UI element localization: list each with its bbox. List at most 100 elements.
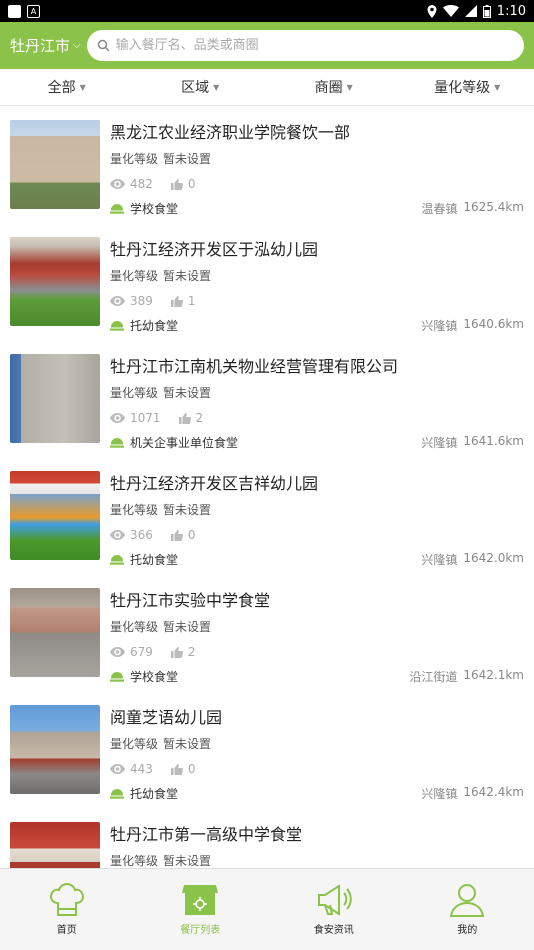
search-input[interactable] [115, 38, 514, 53]
tab-restaurant-list-label: 餐厅列表 [180, 925, 221, 936]
grade-row: 量化等级 暂未设置 [110, 618, 524, 635]
filter-area[interactable]: 区域 ▼ [134, 69, 268, 105]
caret-down-icon: ▼ [494, 82, 501, 92]
filter-business-district[interactable]: 商圈 ▼ [267, 69, 401, 105]
town-label: 温春镇 [421, 202, 458, 216]
filter-all[interactable]: 全部 ▼ [0, 69, 134, 105]
restaurant-name: 牡丹江市第一高级中学食堂 [110, 825, 303, 844]
eye-icon [110, 296, 125, 306]
thumbs-up-icon [170, 178, 183, 190]
restaurant-photo [10, 471, 100, 560]
grade-value: 暂未设置 [163, 386, 212, 400]
grade-label: 量化等级 [110, 269, 159, 283]
filter-grade[interactable]: 量化等级 ▼ [401, 69, 534, 105]
like-count: 2 [187, 645, 196, 659]
restaurant-name: 黑龙江农业经济职业学院餐饮一部 [110, 123, 351, 142]
tab-me[interactable]: 我的 [401, 869, 534, 950]
list-item[interactable]: 牡丹江经济开发区于泓幼儿园 量化等级 暂未设置 389 1 托幼食堂 兴隆镇 164… [0, 223, 534, 340]
grade-label: 量化等级 [110, 737, 159, 751]
restaurant-name: 牡丹江经济开发区吉祥幼儿园 [110, 474, 319, 493]
stats-row: 1071 2 [110, 411, 524, 425]
eye-icon [110, 179, 125, 189]
restaurant-name: 牡丹江市江南机关物业经营管理有限公司 [110, 357, 399, 376]
dish-cover-icon [110, 554, 124, 565]
town-label: 兴隆镇 [421, 319, 458, 333]
category-row: 托幼食堂 兴隆镇 1642.0km [110, 551, 524, 568]
list-item[interactable]: 牡丹江市江南机关物业经营管理有限公司 量化等级 暂未设置 1071 2 机关企事业… [0, 340, 534, 457]
town-label: 兴隆镇 [421, 553, 458, 567]
restaurant-photo [10, 822, 100, 869]
category-label: 托幼食堂 [130, 319, 179, 333]
city-selector[interactable]: 牡丹江市 ⌵ [10, 35, 81, 56]
like-count: 0 [187, 528, 196, 542]
grade-label: 量化等级 [110, 152, 159, 166]
grade-row: 量化等级 暂未设置 [110, 501, 524, 518]
like-count: 0 [187, 762, 196, 776]
grade-label: 量化等级 [110, 386, 159, 400]
grade-row: 量化等级 暂未设置 [110, 852, 524, 869]
dish-cover-icon [110, 671, 124, 682]
distance-label: 1641.6km [463, 434, 524, 448]
stats-row: 679 2 [110, 645, 524, 659]
location-icon [427, 4, 437, 18]
thumbs-up-icon [178, 412, 191, 424]
battery-icon [482, 4, 491, 18]
grade-row: 量化等级 暂未设置 [110, 267, 524, 284]
view-count: 389 [130, 294, 153, 308]
thumbs-up-icon [170, 295, 183, 307]
megaphone-icon [317, 884, 352, 916]
category-label: 学校食堂 [130, 202, 179, 216]
tab-food-safety-news[interactable]: 食安资讯 [267, 869, 401, 950]
grade-label: 量化等级 [110, 503, 159, 517]
like-count: 1 [187, 294, 196, 308]
restaurant-name: 牡丹江经济开发区于泓幼儿园 [110, 240, 319, 259]
grade-value: 暂未设置 [163, 503, 212, 517]
thumbs-up-icon [170, 646, 183, 658]
store-icon [182, 885, 219, 915]
category-row: 学校食堂 温春镇 1625.4km [110, 200, 524, 217]
grade-label: 量化等级 [110, 854, 159, 868]
grade-row: 量化等级 暂未设置 [110, 735, 524, 752]
grade-value: 暂未设置 [163, 269, 212, 283]
filter-grade-label: 量化等级 [434, 80, 491, 96]
grade-value: 暂未设置 [163, 620, 212, 634]
eye-icon [110, 413, 125, 423]
dish-cover-icon [110, 203, 124, 214]
grade-value: 暂未设置 [163, 152, 212, 166]
category-row: 托幼食堂 兴隆镇 1642.4km [110, 785, 524, 802]
dish-cover-icon [110, 437, 124, 448]
distance-label: 1640.6km [463, 317, 524, 331]
list-item[interactable]: 牡丹江经济开发区吉祥幼儿园 量化等级 暂未设置 366 0 托幼食堂 兴隆镇 164… [0, 457, 534, 574]
list-item[interactable]: 牡丹江市第一高级中学食堂 量化等级 暂未设置 [0, 808, 534, 869]
chevron-down-icon: ⌵ [73, 40, 81, 51]
tab-home[interactable]: 首页 [0, 869, 134, 950]
tab-home-label: 首页 [56, 925, 77, 936]
search-icon [97, 39, 110, 52]
town-label: 兴隆镇 [421, 436, 458, 450]
distance-label: 1625.4km [463, 200, 524, 214]
caret-down-icon: ▼ [213, 82, 220, 92]
distance-label: 1642.4km [463, 785, 524, 799]
restaurant-name: 阅童芝语幼儿园 [110, 708, 223, 727]
like-count: 0 [187, 177, 196, 191]
filter-business-district-label: 商圈 [314, 80, 343, 96]
town-label: 兴隆镇 [421, 787, 458, 801]
tab-food-safety-news-label: 食安资讯 [313, 925, 354, 936]
restaurant-photo [10, 237, 100, 326]
restaurant-photo [10, 354, 100, 443]
restaurant-photo [10, 588, 100, 677]
notification-icon [8, 4, 21, 18]
list-item[interactable]: 阅童芝语幼儿园 量化等级 暂未设置 443 0 托幼食堂 兴隆镇 1642.4km [0, 691, 534, 808]
user-icon [450, 884, 485, 917]
category-row: 机关企事业单位食堂 兴隆镇 1641.6km [110, 434, 524, 451]
view-count: 1071 [130, 411, 161, 425]
list-item[interactable]: 牡丹江市实验中学食堂 量化等级 暂未设置 679 2 学校食堂 沿江街道 1642.… [0, 574, 534, 691]
category-label: 托幼食堂 [130, 553, 179, 567]
search-box[interactable] [86, 30, 524, 61]
category-label: 学校食堂 [130, 670, 179, 684]
grade-value: 暂未设置 [163, 854, 212, 868]
list-item[interactable]: 黑龙江农业经济职业学院餐饮一部 量化等级 暂未设置 482 0 学校食堂 温春镇 1… [0, 106, 534, 223]
dish-cover-icon [110, 320, 124, 331]
distance-label: 1642.1km [463, 668, 524, 682]
tab-restaurant-list[interactable]: 餐厅列表 [134, 869, 268, 950]
